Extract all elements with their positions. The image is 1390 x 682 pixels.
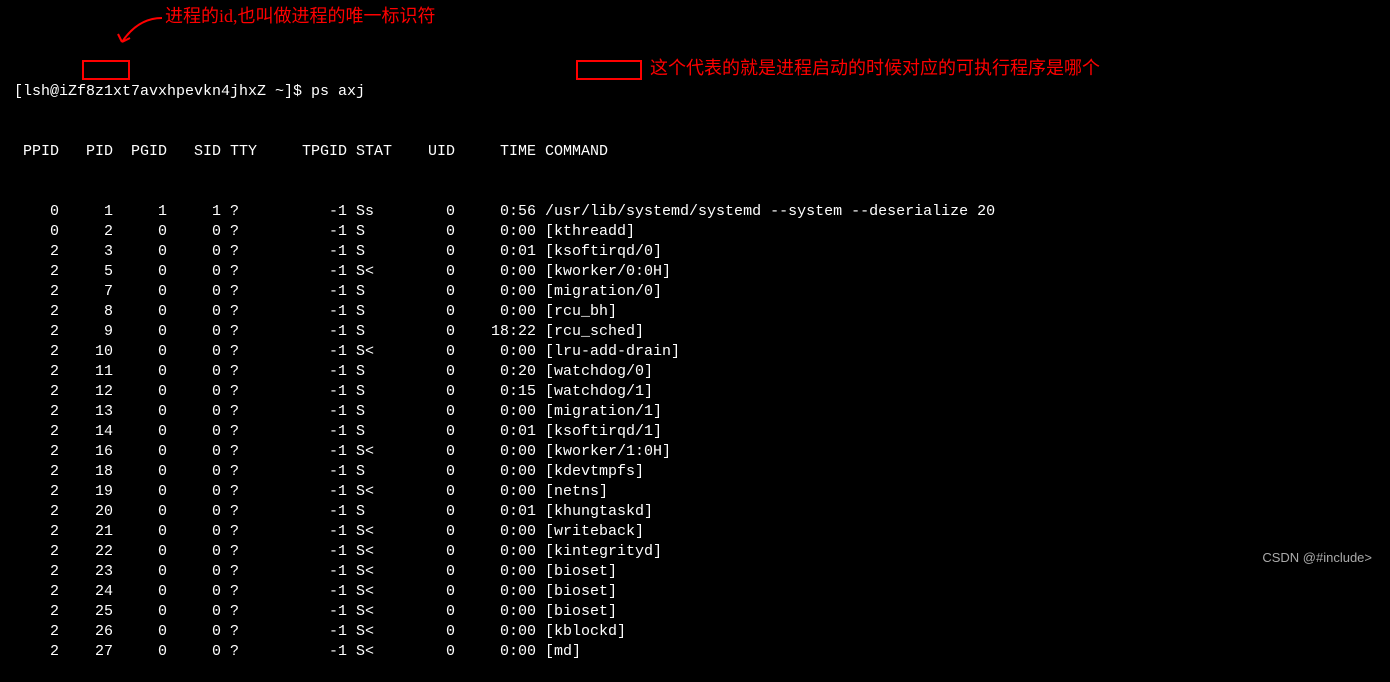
table-row: 2800 ?-1 S00:00[rcu_bh] bbox=[14, 302, 995, 322]
table-row: 22600 ?-1 S<00:00[kblockd] bbox=[14, 622, 995, 642]
table-row: 21300 ?-1 S00:00[migration/1] bbox=[14, 402, 995, 422]
table-row: 22200 ?-1 S<00:00[kintegrityd] bbox=[14, 542, 995, 562]
table-row: 0200 ?-1 S00:00[kthreadd] bbox=[14, 222, 995, 242]
table-row: 2300 ?-1 S00:01[ksoftirqd/0] bbox=[14, 242, 995, 262]
table-row: 2700 ?-1 S00:00[migration/0] bbox=[14, 282, 995, 302]
table-row: 2500 ?-1 S<00:00[kworker/0:0H] bbox=[14, 262, 995, 282]
table-row: 21000 ?-1 S<00:00[lru-add-drain] bbox=[14, 342, 995, 362]
table-row: 0111 ?-1 Ss00:56/usr/lib/systemd/systemd… bbox=[14, 202, 995, 222]
table-row: 21400 ?-1 S00:01[ksoftirqd/1] bbox=[14, 422, 995, 442]
table-row: 22100 ?-1 S<00:00[writeback] bbox=[14, 522, 995, 542]
terminal-output: [lsh@iZf8z1xt7avxhpevkn4jhxZ ~]$ ps axj … bbox=[14, 42, 995, 682]
annotation-pid: 进程的id,也叫做进程的唯一标识符 bbox=[165, 6, 436, 26]
prompt-line: [lsh@iZf8z1xt7avxhpevkn4jhxZ ~]$ ps axj bbox=[14, 82, 995, 102]
table-row: 22700 ?-1 S<00:00[md] bbox=[14, 642, 995, 662]
table-row: 21100 ?-1 S00:20[watchdog/0] bbox=[14, 362, 995, 382]
table-header: PPIDPIDPGIDSID TTYTPGID STATUIDTIMECOMMA… bbox=[14, 142, 995, 162]
watermark: CSDN @#include> bbox=[1262, 548, 1372, 568]
table-row: 2900 ?-1 S018:22[rcu_sched] bbox=[14, 322, 995, 342]
table-row: 22400 ?-1 S<00:00[bioset] bbox=[14, 582, 995, 602]
table-row: 22000 ?-1 S00:01[khungtaskd] bbox=[14, 502, 995, 522]
table-row: 21900 ?-1 S<00:00[netns] bbox=[14, 482, 995, 502]
table-row: 22500 ?-1 S<00:00[bioset] bbox=[14, 602, 995, 622]
table-row: 21200 ?-1 S00:15[watchdog/1] bbox=[14, 382, 995, 402]
table-row: 22300 ?-1 S<00:00[bioset] bbox=[14, 562, 995, 582]
table-row: 21800 ?-1 S00:00[kdevtmpfs] bbox=[14, 462, 995, 482]
table-row: 21600 ?-1 S<00:00[kworker/1:0H] bbox=[14, 442, 995, 462]
